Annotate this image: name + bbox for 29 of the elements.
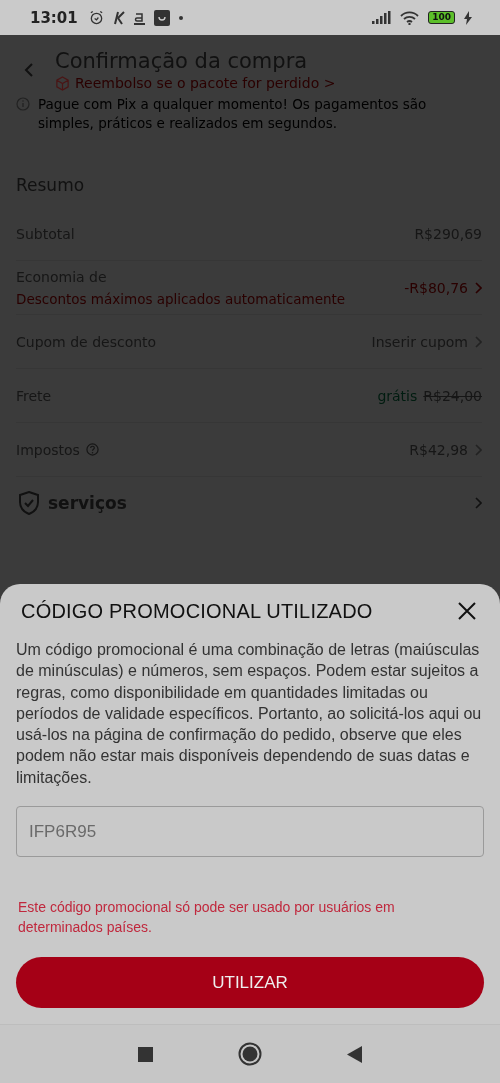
use-button[interactable]: UTILIZAR <box>16 957 484 1008</box>
free-label: grátis <box>377 387 418 404</box>
close-button[interactable] <box>458 602 476 621</box>
alarm-icon <box>88 10 104 25</box>
info-icon <box>16 97 30 111</box>
battery-level: 100 <box>428 11 455 24</box>
chevron-right-icon <box>474 497 482 509</box>
box-icon <box>55 75 70 91</box>
shield-check-icon <box>18 491 40 515</box>
dot-icon <box>178 15 183 20</box>
shopping-bag-icon <box>153 9 170 26</box>
chevron-right-icon <box>474 443 482 456</box>
charging-icon <box>464 10 472 25</box>
coupon-code-field[interactable]: IFP6R95 <box>16 806 484 857</box>
signal-icon <box>372 11 392 24</box>
pix-notice: Pague com Pix a qualquer momento! Os pagamentos são simples, práticos e realizados em segundos. <box>38 95 428 133</box>
chevron-right-icon <box>474 281 482 294</box>
back-nav-icon[interactable] <box>347 1045 362 1063</box>
recents-icon[interactable] <box>138 1046 153 1062</box>
discount-note: Descontos máximos aplicados automaticamente <box>16 290 346 307</box>
wifi-icon <box>400 10 420 25</box>
sheet-description: Um código promocional é uma combinação de letras (maiúsculas de minúsculas) e números, sem espaços. Podem estar sujeitos a regras, como disponibilidade em quantidades limitadas ou períodos de validade específicos. Portanto, ao solicitá-los aqui ou usá-los na página de confirmação do pedido, observe que eles podem não estar mais disponíveis dependendo de suas datas e limitações. <box>16 639 483 788</box>
error-message: Este código promocional só pode ser usado por usuários em determinados países. <box>18 898 396 937</box>
refund-link[interactable]: Reembolso se o pacote for perdido > <box>75 75 336 91</box>
status-time: 13:01 <box>30 8 78 27</box>
home-icon[interactable] <box>238 1042 262 1066</box>
sheet-title: CÓDIGO PROMOCIONAL UTILIZADO <box>21 599 373 623</box>
row-value: -R$80,76 <box>404 279 468 296</box>
chevron-right-icon <box>474 335 482 348</box>
